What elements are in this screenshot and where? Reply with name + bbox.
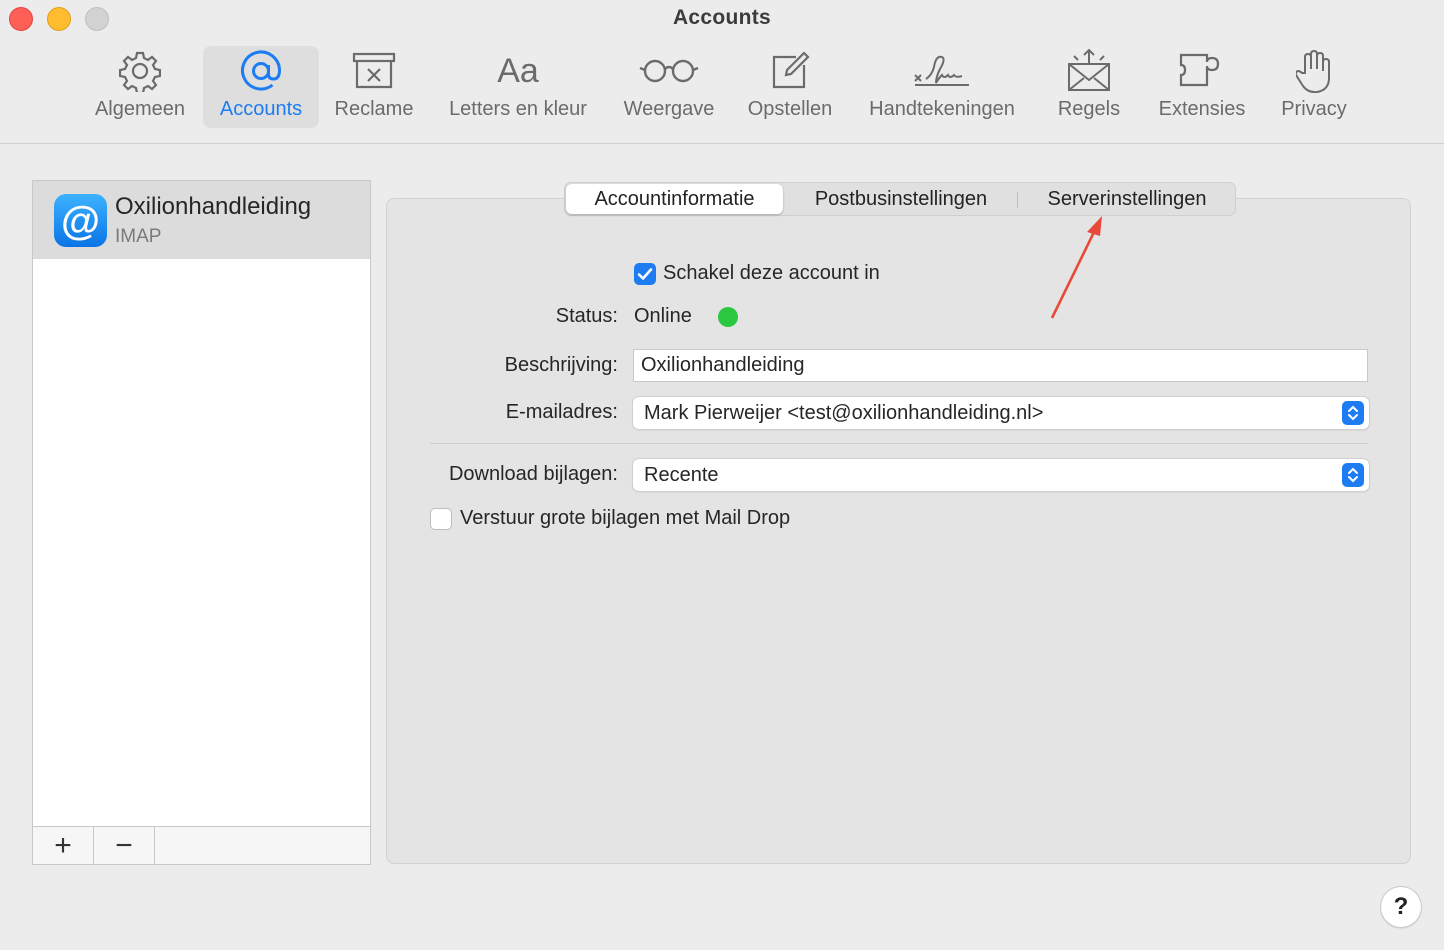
at-icon: @ — [54, 194, 107, 247]
popup-stepper-icon — [1342, 463, 1364, 487]
toolbar-item-regels[interactable]: Regels — [1048, 46, 1130, 128]
toolbar-item-extensies[interactable]: Extensies — [1150, 46, 1254, 128]
section-divider — [430, 443, 1368, 444]
segmented-tabs: Accountinformatie Postbusinstellingen Se… — [564, 182, 1236, 216]
fonts-icon: Aa — [497, 51, 539, 90]
toolbar-item-letters-en-kleur[interactable]: Aa Letters en kleur — [436, 46, 600, 128]
checkmark-icon — [637, 268, 653, 280]
toolbar-label: Opstellen — [747, 98, 833, 120]
glasses-icon — [639, 46, 699, 96]
description-label: Beschrijving: — [504, 354, 618, 376]
hand-icon — [1296, 46, 1332, 96]
window-title: Accounts — [672, 6, 772, 29]
mail-drop-checkbox[interactable] — [430, 508, 452, 530]
status-online-indicator — [718, 307, 738, 327]
tab-accountinformatie[interactable]: Accountinformatie — [566, 184, 783, 214]
email-label: E-mailadres: — [505, 401, 618, 423]
toolbar-item-handtekeningen[interactable]: Handtekeningen — [856, 46, 1028, 128]
tab-separator — [1017, 192, 1018, 208]
download-attachments-label: Download bijlagen: — [448, 463, 618, 485]
download-attachments-select[interactable]: Recente — [633, 459, 1369, 491]
at-icon — [239, 46, 283, 96]
annotation-arrow-icon — [1050, 216, 1102, 319]
download-attachments-value: Recente — [644, 464, 719, 486]
toolbar-item-weergave[interactable]: Weergave — [614, 46, 724, 128]
toolbar-item-algemeen[interactable]: Algemeen — [88, 46, 192, 128]
toolbar-label: Algemeen — [94, 98, 186, 120]
email-address-value: Mark Pierweijer <test@oxilionhandleiding… — [644, 402, 1044, 424]
account-list: @ Oxilionhandleiding IMAP + − — [32, 180, 371, 865]
description-field[interactable] — [633, 349, 1368, 382]
toolbar-label: Weergave — [623, 98, 715, 120]
account-settings-panel — [386, 198, 1411, 864]
mail-drop-label: Verstuur grote bijlagen met Mail Drop — [460, 507, 791, 529]
toolbar-label: Privacy — [1281, 98, 1347, 120]
email-address-select[interactable]: Mark Pierweijer <test@oxilionhandleiding… — [633, 397, 1369, 429]
toolbar-item-opstellen[interactable]: Opstellen — [738, 46, 842, 128]
toolbar-item-privacy[interactable]: Privacy — [1270, 46, 1358, 128]
toolbar-item-accounts[interactable]: Accounts — [203, 46, 319, 128]
tab-postbusinstellingen[interactable]: Postbusinstellingen — [787, 183, 1015, 215]
toolbar-item-reclame[interactable]: Reclame — [326, 46, 422, 128]
toolbar-label: Reclame — [334, 98, 414, 120]
account-type: IMAP — [115, 226, 162, 247]
add-account-button[interactable]: + — [33, 827, 94, 864]
account-row-oxilionhandleiding[interactable]: @ Oxilionhandleiding IMAP — [33, 181, 370, 259]
status-value: Online — [634, 305, 692, 327]
tab-serverinstellingen[interactable]: Serverinstellingen — [1019, 183, 1235, 215]
enable-account-checkbox[interactable] — [634, 263, 656, 285]
remove-account-button[interactable]: − — [94, 827, 155, 864]
toolbar-label: Regels — [1057, 98, 1121, 120]
puzzle-icon — [1178, 46, 1226, 96]
junk-bin-icon — [351, 46, 397, 96]
window-toolbar: Accounts Algemeen Accounts Reclame Aa Le… — [0, 0, 1444, 144]
compose-icon — [770, 46, 810, 96]
toolbar-label: Accounts — [219, 98, 303, 120]
rules-envelope-icon — [1066, 46, 1112, 96]
signature-icon — [912, 46, 972, 96]
status-label: Status: — [555, 305, 618, 327]
enable-account-label: Schakel deze account in — [663, 262, 880, 284]
popup-stepper-icon — [1342, 401, 1364, 425]
account-list-footer: + − — [33, 826, 370, 864]
toolbar-label: Extensies — [1158, 98, 1246, 120]
gear-icon — [119, 46, 161, 96]
toolbar-label: Handtekeningen — [869, 98, 1015, 120]
help-button[interactable]: ? — [1381, 887, 1421, 927]
toolbar-label: Letters en kleur — [449, 98, 587, 120]
account-name: Oxilionhandleiding — [115, 193, 312, 220]
